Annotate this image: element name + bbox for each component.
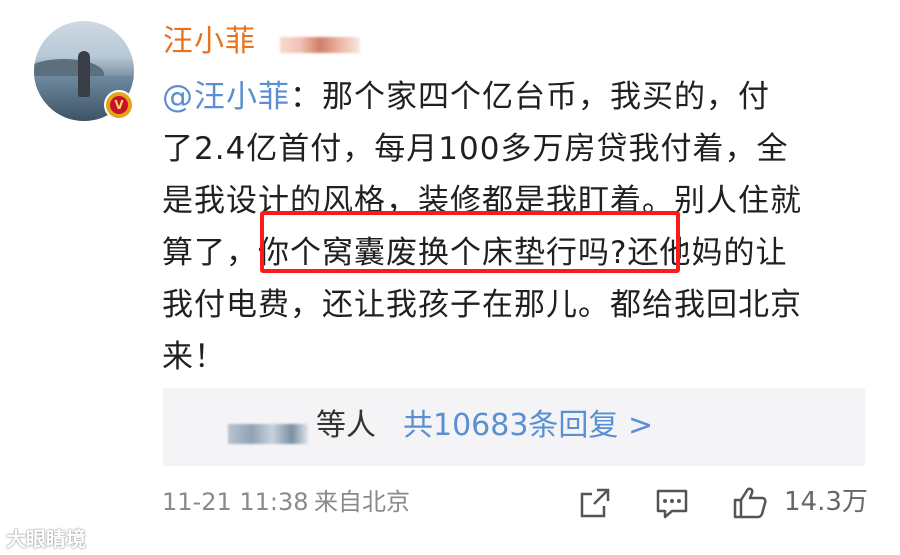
avatar-person	[78, 51, 90, 97]
reply-who-label: 等人	[316, 408, 376, 443]
content-line1: ：那个家四个亿台币，我买的，付	[290, 79, 770, 115]
verified-badge-icon: V	[104, 90, 134, 120]
comment-button[interactable]	[652, 483, 692, 523]
watermark: 大眼睛境	[6, 527, 86, 551]
username[interactable]: 汪小菲	[163, 22, 256, 62]
content-line5: 我付电费，还让我孩子在那儿。都给我回北京	[162, 287, 802, 323]
content-line6: 来！	[162, 339, 226, 375]
thumbs-up-icon	[733, 487, 767, 519]
like-button[interactable]	[730, 483, 770, 523]
comment-icon	[656, 489, 688, 519]
view-replies-link[interactable]: 共10683条回复 >	[403, 404, 653, 448]
blurred-name-tag	[280, 37, 360, 53]
share-icon	[580, 488, 610, 518]
share-button[interactable]	[575, 483, 615, 523]
post-source: 来自北京	[314, 488, 410, 516]
mention-link[interactable]: @汪小菲	[162, 79, 290, 115]
blurred-reply-names	[228, 424, 308, 444]
like-count: 14.3万	[784, 487, 868, 517]
content-line4-start: 算了，	[162, 235, 258, 271]
post-timestamp: 11-21 11:38	[162, 488, 309, 516]
red-highlight-frame	[260, 211, 680, 273]
content-line2: 了2.4亿首付，每月100多万房贷我付着，全	[162, 131, 789, 167]
